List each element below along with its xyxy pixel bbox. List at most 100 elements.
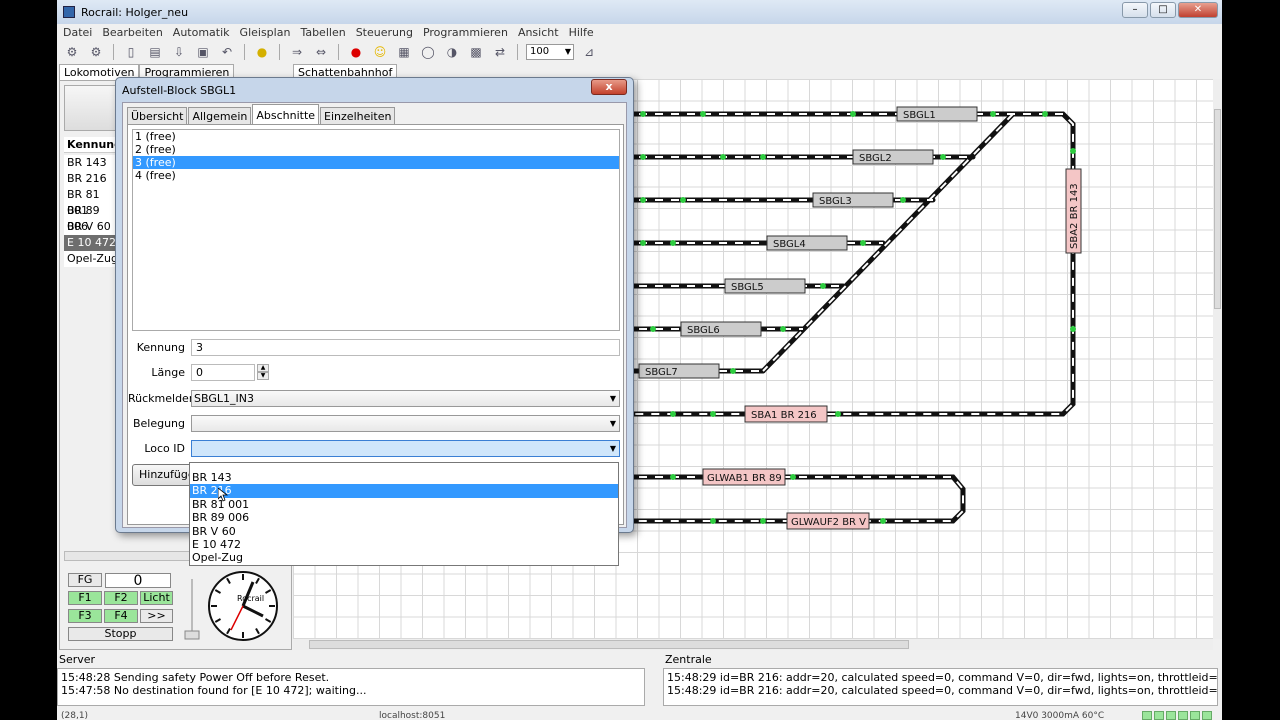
layout-vscrollbar[interactable] [1213,79,1222,639]
log-line: 15:48:28 Sending safety Power Off before… [61,671,330,684]
dropdown-item[interactable]: BR 89 006 [190,511,618,524]
f3-button[interactable]: F3 [68,609,102,623]
loco-row[interactable]: BR 81 001 [64,187,119,217]
log-line: 15:48:29 id=BR 216: addr=20, calculated … [667,671,1218,684]
loco-list: BR 143 BR 216 BR 81 001 BR 89 006 BR V 6… [64,155,119,267]
car-icon[interactable]: ⇔ [312,43,330,61]
f2-button[interactable]: F2 [104,591,138,605]
kennung-field[interactable]: 3 [191,339,620,356]
more-functions-button[interactable]: >> [140,609,173,623]
dropdown-item[interactable]: Opel-Zug [190,551,618,564]
menu-gleisplan[interactable]: Gleisplan [240,26,291,39]
export-icon[interactable]: ▣ [194,43,212,61]
menu-bar: Datei Bearbeiten Automatik Gleisplan Tab… [57,24,1222,41]
loco-row[interactable]: BR 143 [64,155,119,171]
zoom-combo[interactable]: 100 ▼ [526,44,574,60]
occupied-block-label: SBA1 BR 216 [751,410,817,421]
loco-image[interactable] [64,85,119,131]
menu-hilfe[interactable]: Hilfe [569,26,594,39]
speed-slider[interactable] [184,577,200,641]
section-item[interactable]: 1 (free) [133,130,619,143]
maximize-button[interactable]: □ [1150,2,1176,18]
menu-ansicht[interactable]: Ansicht [518,26,559,39]
settings-icon[interactable]: ⚙ [87,43,105,61]
zoom-value: 100 [530,46,550,57]
server-log[interactable]: 15:48:28 Sending safety Power Off before… [57,668,645,706]
loco-row[interactable]: BR 216 [64,171,119,187]
stop-button[interactable]: Stopp [68,627,173,641]
tab-einzelheiten[interactable]: Einzelheiten [320,107,396,124]
laenge-spinner[interactable]: ▲ ▼ [257,364,269,381]
f4-button[interactable]: F4 [104,609,138,623]
status-host: localhost:8051 [379,711,446,720]
loco-row-selected[interactable]: E 10 472 [64,235,119,251]
add-button[interactable]: Hinzufügen [132,464,202,486]
save-icon[interactable]: ⇩ [170,43,188,61]
new-file-icon[interactable]: ▯ [122,43,140,61]
undo-icon[interactable]: ↶ [218,43,236,61]
dropdown-item[interactable]: E 10 472 [190,538,618,551]
belegung-combo[interactable]: ▼ [191,415,620,432]
menu-tabellen[interactable]: Tabellen [300,26,345,39]
dropdown-item[interactable]: BR 81 001 [190,498,618,511]
loco-column-header[interactable]: Kennung [64,137,122,153]
menu-steuerung[interactable]: Steuerung [356,26,413,39]
shuffle-icon[interactable]: ⇄ [491,43,509,61]
server-label: Server [59,653,96,666]
open-file-icon[interactable]: ▤ [146,43,164,61]
log-line: 15:47:58 No destination found for [E 10 … [61,684,367,697]
section-item[interactable]: 4 (free) [133,169,619,182]
status-coords: (28,1) [61,711,89,720]
power-icon[interactable]: ● [253,43,271,61]
locoid-combo[interactable]: ▼ [191,440,620,457]
loco-row[interactable]: BR V 60 [64,219,119,235]
section-item[interactable]: 2 (free) [133,143,619,156]
laenge-field[interactable]: 0 [191,364,255,381]
kennung-label: Kennung [136,341,185,354]
keyboard-icon[interactable]: ▦ [395,43,413,61]
loco-icon[interactable]: ⇒ [288,43,306,61]
grid-icon[interactable]: ▩ [467,43,485,61]
menu-programmieren[interactable]: Programmieren [423,26,508,39]
minimize-button[interactable]: – [1122,2,1148,18]
close-window-button[interactable]: ✕ [1178,2,1218,18]
tab-allgemein[interactable]: Allgemein [188,107,252,124]
menu-datei[interactable]: Datei [63,26,92,39]
belegung-label: Belegung [132,417,185,430]
loco-row[interactable]: BR 89 006 [64,203,119,233]
menu-bearbeiten[interactable]: Bearbeiten [102,26,162,39]
laenge-label: Länge [151,366,185,379]
log-area: Server 15:48:28 Sending safety Power Off… [57,653,1222,720]
dropdown-item[interactable]: BR V 60 [190,525,618,538]
ring-icon[interactable]: ◯ [419,43,437,61]
connect-icon[interactable]: ⚙ [63,43,81,61]
zentrale-label: Zentrale [665,653,712,666]
window-title: Rocrail: Holger_neu [81,5,189,19]
tab-abschnitte[interactable]: Abschnitte [252,104,320,124]
chart-icon[interactable]: ⊿ [580,43,598,61]
loco-row[interactable]: Opel-Zug [64,251,119,267]
clock-brand: Rocrail [237,594,264,603]
block-label: SBGL7 [645,367,678,378]
dropdown-item-selected[interactable]: BR 216 [190,484,618,498]
layout-hscrollbar[interactable] [293,639,1213,650]
locoid-label: Loco ID [144,442,185,455]
zentrale-log[interactable]: 15:48:29 id=BR 216: addr=20, calculated … [663,668,1218,706]
smiley-icon[interactable]: ☺ [371,43,389,61]
licht-button[interactable]: Licht [140,591,173,605]
status-power: 14V0 3000mA 60°C [1015,711,1105,720]
occupied-block-label: GLWAUF2 BR V [791,517,866,528]
menu-automatik[interactable]: Automatik [173,26,230,39]
section-item-selected[interactable]: 3 (free) [133,156,619,169]
f1-button[interactable]: F1 [68,591,102,605]
rueckmelder-combo[interactable]: SBGL1_IN3 ▼ [191,390,620,407]
record-icon[interactable]: ● [347,43,365,61]
tab-uebersicht[interactable]: Übersicht [127,107,188,124]
occupied-block-label: GLWAB1 BR 89 [707,473,782,484]
status-bar: (28,1) localhost:8051 14V0 3000mA 60°C [57,711,1222,720]
rueckmelder-value: SBGL1_IN3 [194,392,254,405]
dialog-close-button[interactable]: x [591,79,627,95]
turntable-icon[interactable]: ◑ [443,43,461,61]
fg-button[interactable]: FG [68,573,102,587]
dropdown-item[interactable]: BR 143 [190,471,618,484]
